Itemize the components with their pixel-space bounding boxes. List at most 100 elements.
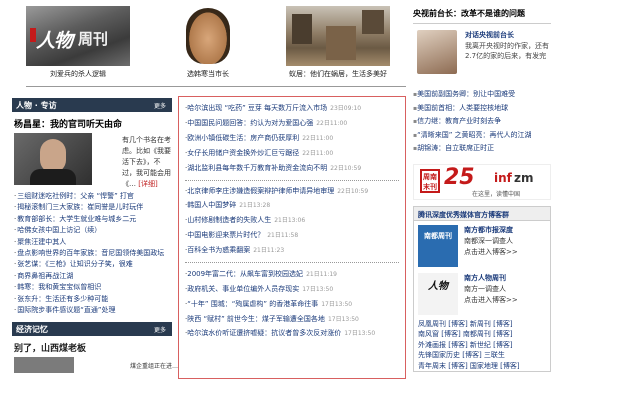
news-title[interactable]: 中国电影迎来票片时代？ xyxy=(187,231,264,239)
blog-line: 南都深一调查人 xyxy=(464,236,513,245)
blog-logo-renwu[interactable]: 人物 xyxy=(418,272,458,315)
blog-group-box: 腾讯深度优秀媒体官方博客群 南都周刊 南方都市报深度 南都深一调查人 点击进入博… xyxy=(413,205,551,372)
news-item[interactable]: 山村修剧制造者的失败人生21日13:06 xyxy=(185,213,399,228)
photo-shape xyxy=(362,10,384,34)
news-title[interactable]: 山村修剧制造者的失败人生 xyxy=(187,216,271,224)
news-title[interactable]: 百科全书为惑乘翻案 xyxy=(187,246,250,254)
blog-name[interactable]: 南方人物周刊 xyxy=(464,273,518,284)
infzm-banner[interactable]: 周南末刊 25 inf zm 在这里，读懂中国 xyxy=(413,163,551,200)
right-headline[interactable]: 央视前台长：改革不是谁的问题 xyxy=(413,8,551,24)
list-item[interactable]: 凤凰周刊 [博客] 新周刊 [博客] xyxy=(418,319,546,329)
photo-card-1[interactable]: 人物 周刊 刘爱兵的杀人逻辑 xyxy=(26,6,130,79)
photo-caption[interactable]: 选韩寒当市长 xyxy=(156,69,260,79)
news-title[interactable]: 女仔长用储户资金换外炒汇巨亏踞径 xyxy=(187,149,299,157)
list-item[interactable]: 胡锦涛：自立联席正时正 xyxy=(413,142,551,156)
photo-cover-2[interactable] xyxy=(156,6,260,66)
logo-main: 人物 xyxy=(36,30,73,52)
blog-name[interactable]: 南方都市报深度 xyxy=(464,225,518,236)
list-item[interactable]: 先锋国家历史 [博客] 三联生 xyxy=(418,350,546,360)
person-photo[interactable] xyxy=(14,133,92,185)
domain-part-2: zm xyxy=(514,170,534,185)
news-item[interactable]: 中国国民问题回答：约认为对为爱国心强22日11:00 xyxy=(185,116,399,131)
feature-name[interactable]: 对话央视前台长 xyxy=(465,30,549,41)
list-item[interactable]: 美国前首相：人类要控核地球 xyxy=(413,102,551,116)
news-item[interactable]: “十年” 围城：“殉属虐构” 的香港革命往事17日13:50 xyxy=(185,297,399,312)
list-item[interactable]: “清晰来国” 之黄昭亮：再代人的江湖 xyxy=(413,129,551,143)
news-item[interactable]: 百科全书为惑乘翻案21日11:23 xyxy=(185,243,399,258)
news-title[interactable]: 北京律师李庄涉嫌造假案辩护律师申请异地审理 xyxy=(187,187,334,195)
economy-photo[interactable] xyxy=(14,357,74,374)
list-item[interactable]: 美国前副国务卿：别让中国难受 xyxy=(413,88,551,102)
more-link[interactable]: 更多 xyxy=(154,325,166,334)
section-header-economy: 经济记忆 更多 xyxy=(12,322,172,337)
news-time: 21日13:06 xyxy=(274,217,306,224)
news-title[interactable]: “十年” 围城：“殉属虐构” 的香港革命往事 xyxy=(187,300,318,308)
photo-caption[interactable]: 蚁居：他们在蜗居，生活多美好 xyxy=(286,69,390,79)
left-column: 人物 · 专访 更多 杨昌星：我的官司听天由命 有几个书名在考虑。比如《我要活下… xyxy=(12,98,178,374)
list-item[interactable]: 哈佛女孩中国上访记（续） xyxy=(12,225,172,236)
list-item[interactable]: 青年周末 [博客] 国家地理 [博客] xyxy=(418,361,546,371)
news-item[interactable]: 北京律师李庄涉嫌造假案辩护律师申请异地审理22日10:59 xyxy=(185,185,399,198)
photo-caption[interactable]: 刘爱兵的杀人逻辑 xyxy=(26,69,130,79)
list-item[interactable]: 揭秘滚制门三大家族：崔同誉是儿时玩伴 xyxy=(12,202,172,213)
list-item[interactable]: 国际院步事件感议题“直通”处理 xyxy=(12,305,172,316)
list-item[interactable]: 教育部部长：大学生就业难与城乡二元 xyxy=(12,214,172,225)
banner-slogan: 在这里，读懂中国 xyxy=(472,190,521,198)
news-list-box: 哈尔滨出现 “吃药” 豆芽 每天数万斤流入市场23日09:10 中国国民问题回答… xyxy=(178,96,406,379)
news-title[interactable]: 政府机关、事业单位编外人员存现实 xyxy=(187,285,299,293)
news-group: 2009年富二代：从飙车富到校园选妃21日11:19 政府机关、事业单位编外人员… xyxy=(185,267,399,344)
news-group: 哈尔滨出现 “吃药” 豆芽 每天数万斤流入市场23日09:10 中国国民问题回答… xyxy=(185,101,399,181)
news-title[interactable]: 中国国民问题回答：约认为对为爱国心强 xyxy=(187,119,313,127)
person-headline[interactable]: 杨昌星：我的官司听天由命 xyxy=(14,117,172,130)
blog-logo-nandu[interactable]: 南都周刊 xyxy=(418,224,458,267)
list-item[interactable]: 盘点影响世界的百年家族：音尼国领侍美国政坛 xyxy=(12,248,172,259)
list-item[interactable]: 南风窗 [博客] 南都周刊 [博客] xyxy=(418,329,546,339)
news-time: 22日11:00 xyxy=(302,135,334,142)
list-item[interactable]: 张东升：生活还有多少种可能 xyxy=(12,294,172,305)
news-item[interactable]: 政府机关、事业单位编外人员存现实17日13:50 xyxy=(185,282,399,297)
news-item[interactable]: 2009年富二代：从飙车富到校园选妃21日11:19 xyxy=(185,267,399,282)
blog-lines: 南方人物周刊 南方一调查人 点击进入博客>> xyxy=(464,273,518,306)
more-link[interactable]: 更多 xyxy=(154,101,166,110)
news-item[interactable]: 中国电影迎来票片时代？21日11:58 xyxy=(185,228,399,243)
list-item[interactable]: 张艺谋：《三枪》让知识分子笑，很难 xyxy=(12,259,172,270)
list-item[interactable]: 三组财迷吃社例时：父亲 “悍警” 打官 xyxy=(12,191,172,202)
photo-card-3[interactable]: 蚁居：他们在蜗居，生活多美好 xyxy=(286,6,390,79)
economy-headline[interactable]: 别了，山西煤老板 xyxy=(14,341,172,354)
news-title[interactable]: 韩国人中国梦碎 xyxy=(187,201,236,209)
news-item[interactable]: 陕西 “赋村” 前世今生：煤子军输遭全国各地17日13:50 xyxy=(185,312,399,327)
news-title[interactable]: 陕西 “赋村” 前世今生：煤子军输遭全国各地 xyxy=(187,315,325,323)
news-time: 22日11:00 xyxy=(302,150,334,157)
blog-link-list: 凤凰周刊 [博客] 新周刊 [博客] 南风窗 [博客] 南都周刊 [博客] 外滩… xyxy=(414,317,550,371)
news-item[interactable]: 韩国人中国梦碎21日13:28 xyxy=(185,198,399,213)
blog-group-title[interactable]: 腾讯深度优秀媒体官方博客群 xyxy=(414,206,550,221)
list-item[interactable]: 商界鼻祖再战江湖 xyxy=(12,271,172,282)
list-item[interactable]: 韩寒：我和黄宝宝似曾相识 xyxy=(12,282,172,293)
news-item[interactable]: 哈尔滨出现 “吃药” 豆芽 每天数万斤流入市场23日09:10 xyxy=(185,101,399,116)
news-title[interactable]: 哈尔滨出现 “吃药” 豆芽 每天数万斤流入市场 xyxy=(187,104,327,112)
news-time: 22日11:00 xyxy=(316,120,348,127)
seal-logo: 周南末刊 xyxy=(420,168,440,193)
news-item[interactable]: 欧洲小镇低碳生活：房产商仍获厚利22日11:00 xyxy=(185,131,399,146)
photo-shape xyxy=(40,139,66,173)
news-time: 21日11:19 xyxy=(306,271,337,278)
photo-card-2[interactable]: 选韩寒当市长 xyxy=(156,6,260,79)
news-title[interactable]: 2009年富二代：从飙车富到校园选妃 xyxy=(187,270,303,278)
news-item[interactable]: 女仔长用储户资金换外炒汇巨亏踞径22日11:00 xyxy=(185,146,399,161)
person-description: 有几个书名在考虑。比如《我要活下去》，不过，我可能会用《… [详细] xyxy=(122,135,174,190)
news-title[interactable]: 湖北监利县每年数千万教育补助资金流向不明 xyxy=(187,164,327,172)
news-title[interactable]: 欧洲小镇低碳生活：房产商仍获厚利 xyxy=(187,134,299,142)
list-item[interactable]: 聚焦汪建中其人 xyxy=(12,237,172,248)
news-item[interactable]: 哈尔滨水价听证遭挤嘘疑：抗议者曾多次反对涨价17日13:50 xyxy=(185,327,399,340)
photo-cover-3[interactable] xyxy=(286,6,390,66)
list-item[interactable]: 信力继：教育产业时刻去争 xyxy=(413,115,551,129)
blog-lines: 南方都市报深度 南都深一调查人 点击进入博客>> xyxy=(464,225,518,258)
detail-link[interactable]: [详细] xyxy=(138,180,157,188)
list-item[interactable]: 外滩画报 [博客] 新世纪 [博客] xyxy=(418,340,546,350)
news-item[interactable]: 湖北监利县每年数千万教育补助资金流向不明22日10:59 xyxy=(185,161,399,176)
right-feature-photo[interactable] xyxy=(417,30,457,74)
news-title[interactable]: 哈尔滨水价听证遭挤嘘疑：抗议者曾多次反对涨价 xyxy=(187,329,341,337)
blog-enter-link[interactable]: 点击进入博客>> xyxy=(464,247,518,258)
photo-cover-1[interactable]: 人物 周刊 xyxy=(26,6,130,66)
blog-enter-link[interactable]: 点击进入博客>> xyxy=(464,295,518,306)
